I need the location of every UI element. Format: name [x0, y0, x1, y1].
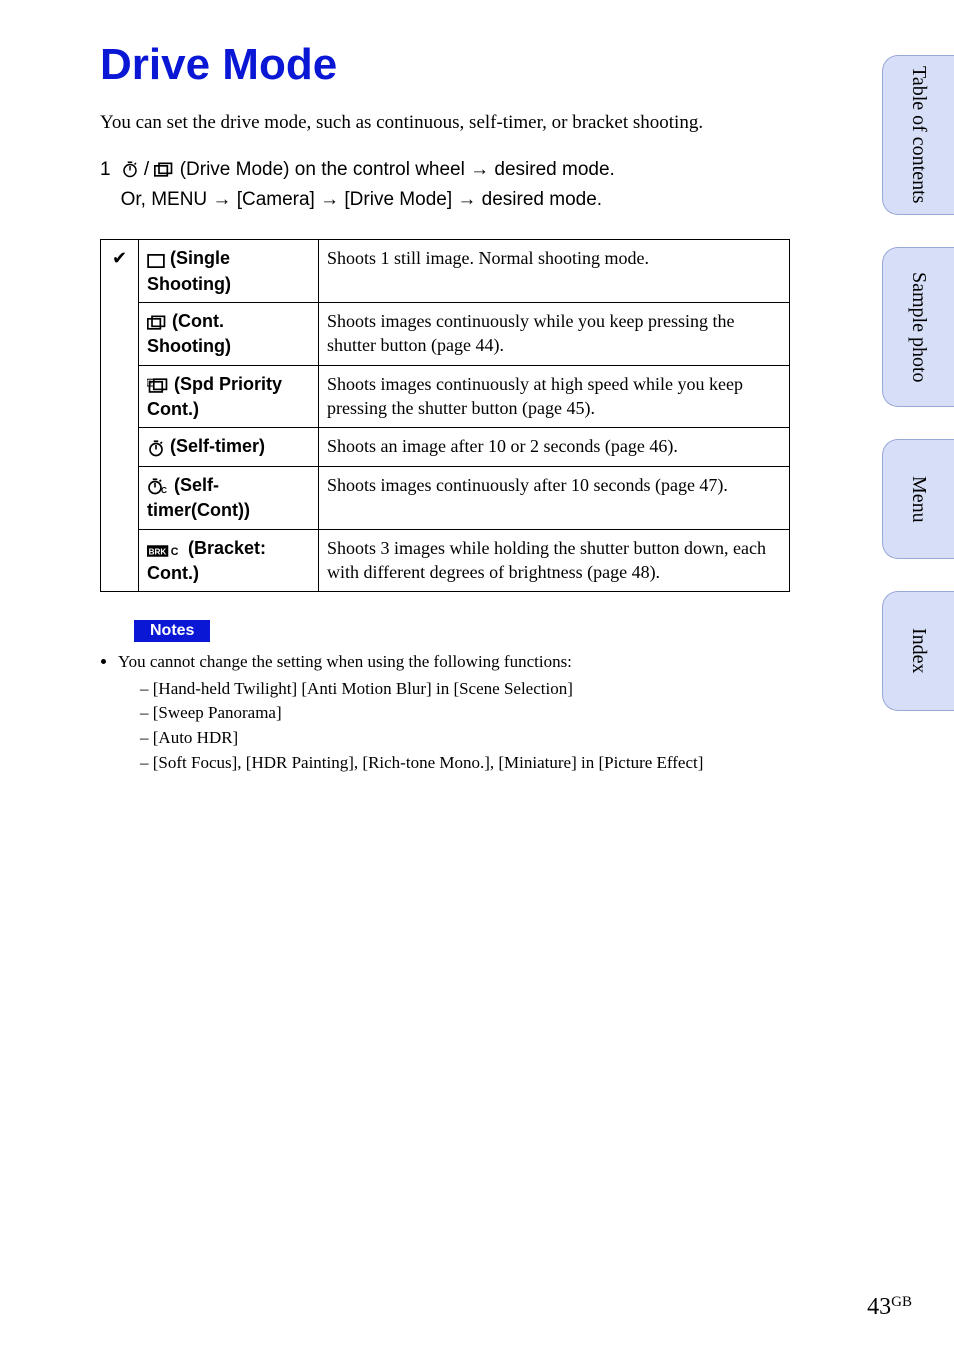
notes-list: You cannot change the setting when using…: [100, 650, 790, 775]
self-timer-cont-icon: C: [147, 474, 169, 498]
tab-table-of-contents[interactable]: Table of contents: [882, 55, 954, 215]
tab-menu[interactable]: Menu: [882, 439, 954, 559]
table-row: C (Self-timer(Cont)) Shoots images conti…: [101, 466, 790, 529]
step-body: / (Drive Mode) on the control wheel → de…: [121, 155, 790, 216]
table-row: (Self-timer) Shoots an image after 10 or…: [101, 428, 790, 466]
mode-label: BRKC (Bracket: Cont.): [139, 529, 319, 592]
svg-text:BRK: BRK: [149, 547, 167, 556]
continuous-icon: [154, 159, 179, 180]
intro-text: You can set the drive mode, such as cont…: [100, 110, 790, 137]
tab-label: Index: [907, 628, 930, 674]
step-text-1a: (Drive Mode) on the control wheel: [180, 159, 470, 180]
page-number: 43GB: [867, 1294, 912, 1321]
page-region: GB: [891, 1294, 912, 1310]
table-row: S (Spd Priority Cont.) Shoots images con…: [101, 365, 790, 428]
arrow-icon: →: [212, 189, 231, 210]
mode-desc: Shoots images continuously at high speed…: [319, 365, 790, 428]
notes-heading: Notes: [134, 620, 210, 642]
notes-item: [Sweep Panorama]: [140, 701, 790, 726]
notes-item: [Soft Focus], [HDR Painting], [Rich-tone…: [140, 751, 790, 776]
mode-desc: Shoots 1 still image. Normal shooting mo…: [319, 240, 790, 303]
self-timer-icon: [121, 159, 144, 180]
arrow-icon: →: [320, 189, 339, 210]
checkmark-icon: ✔: [112, 248, 127, 268]
single-shot-icon: [147, 247, 165, 271]
tab-label: Table of contents: [907, 66, 930, 203]
mode-label: (Cont. Shooting): [139, 303, 319, 366]
table-row: (Cont. Shooting) Shoots images continuou…: [101, 303, 790, 366]
mode-label: (Single Shooting): [139, 240, 319, 303]
speed-priority-icon: S: [147, 373, 169, 397]
arrow-icon: →: [457, 189, 476, 210]
instruction-step: 1 / (Drive Mode) on the control wheel → …: [100, 155, 790, 216]
tab-index[interactable]: Index: [882, 591, 954, 711]
svg-text:C: C: [171, 546, 179, 558]
tab-label: Menu: [907, 476, 930, 523]
step-text-1b: desired mode.: [494, 159, 614, 180]
notes-lead-text: You cannot change the setting when using…: [118, 652, 572, 671]
table-row: ✔ (Single Shooting) Shoots 1 still image…: [101, 240, 790, 303]
notes-sublist: [Hand-held Twilight] [Anti Motion Blur] …: [118, 677, 790, 776]
mode-desc: Shoots 3 images while holding the shutte…: [319, 529, 790, 592]
step-number: 1: [100, 155, 111, 216]
drive-mode-table: ✔ (Single Shooting) Shoots 1 still image…: [100, 239, 790, 592]
tab-label: Sample photo: [907, 272, 930, 383]
page-content: Drive Mode You can set the drive mode, s…: [0, 0, 850, 815]
step-text-2c: [Drive Mode]: [344, 189, 457, 210]
side-tabs: Table of contents Sample photo Menu Inde…: [882, 55, 954, 711]
mode-label: S (Spd Priority Cont.): [139, 365, 319, 428]
table-row: BRKC (Bracket: Cont.) Shoots 3 images wh…: [101, 529, 790, 592]
step-text-2d: desired mode.: [482, 189, 602, 210]
check-cell: ✔: [101, 240, 139, 592]
page-num: 43: [867, 1294, 891, 1320]
step-text-2a: Or, MENU: [121, 189, 213, 210]
mode-label: (Self-timer): [139, 428, 319, 466]
mode-label-text: (Self-timer): [165, 436, 265, 456]
mode-desc: Shoots images continuously while you kee…: [319, 303, 790, 366]
arrow-icon: →: [470, 159, 489, 180]
mode-label: C (Self-timer(Cont)): [139, 466, 319, 529]
self-timer-icon: [147, 436, 165, 460]
svg-text:C: C: [161, 486, 167, 495]
notes-item: [Auto HDR]: [140, 726, 790, 751]
mode-desc: Shoots an image after 10 or 2 seconds (p…: [319, 428, 790, 466]
continuous-icon: [147, 310, 167, 334]
step-text-2b: [Camera]: [237, 189, 320, 210]
tab-sample-photo[interactable]: Sample photo: [882, 247, 954, 407]
mode-desc: Shoots images continuously after 10 seco…: [319, 466, 790, 529]
step-slash: /: [144, 159, 155, 180]
notes-item: [Hand-held Twilight] [Anti Motion Blur] …: [140, 677, 790, 702]
page-title: Drive Mode: [100, 40, 790, 90]
bracket-cont-icon: BRK C: [147, 537, 183, 561]
notes-lead: You cannot change the setting when using…: [118, 650, 790, 775]
